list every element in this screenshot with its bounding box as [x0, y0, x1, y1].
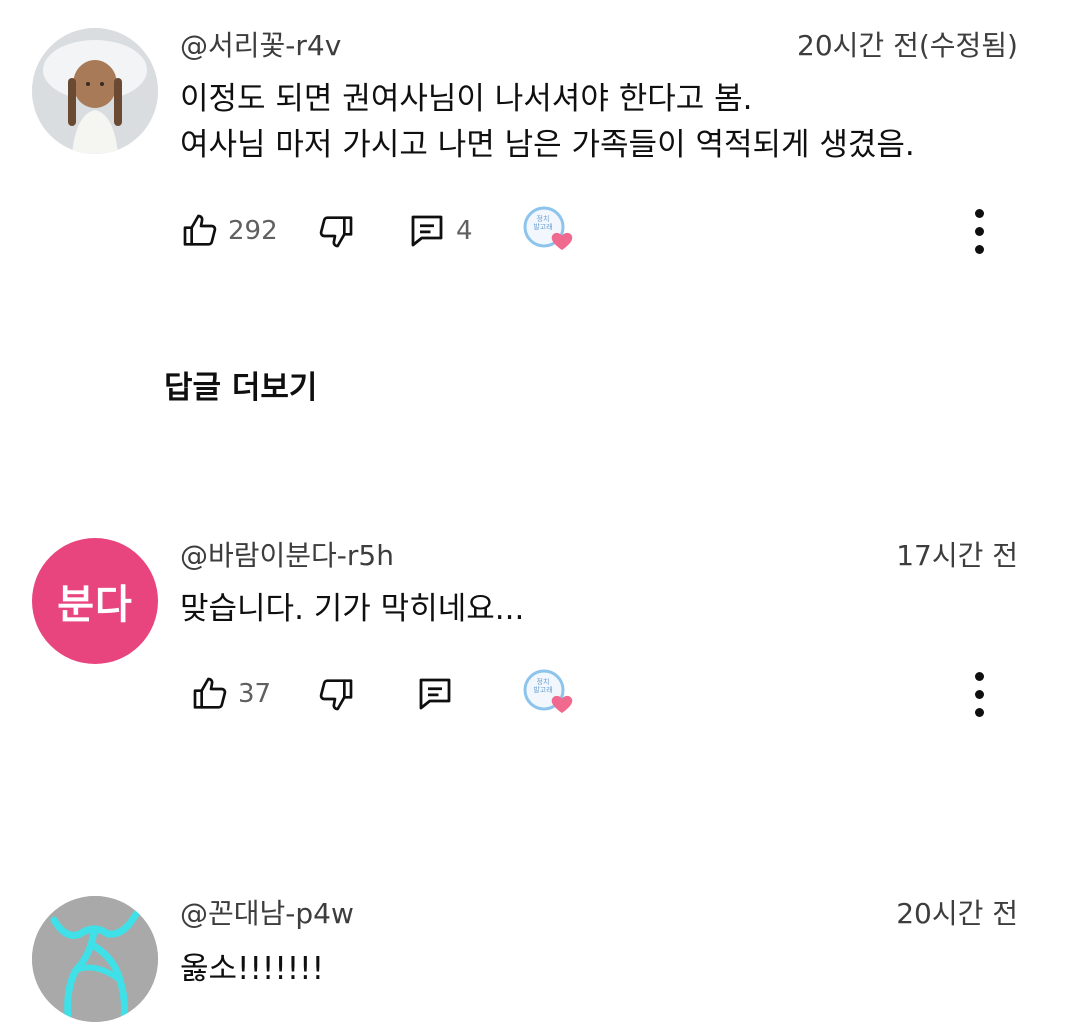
- doll-avatar-icon: [32, 28, 158, 154]
- comment-thread-3: @꼰대남-p4w 20시간 전 옳소!!!!!!!: [0, 880, 1080, 1029]
- like-count: 292: [228, 216, 278, 246]
- heart-icon: [551, 232, 573, 250]
- more-dot: [974, 208, 984, 218]
- author-avatar[interactable]: 분다: [32, 538, 158, 664]
- author-name[interactable]: @꼰대남-p4w: [180, 896, 354, 932]
- comment-menu-button[interactable]: [964, 207, 994, 255]
- more-replies-button[interactable]: 답글 더보기: [164, 368, 317, 408]
- thumbs-down-icon: [319, 679, 353, 711]
- more-dot: [974, 689, 984, 699]
- comment-text: 이정도 되면 권여사님이 나서셔야 한다고 봄. 여사님 마저 가시고 나면 남…: [180, 76, 915, 168]
- like-button[interactable]: 37: [190, 670, 271, 718]
- comment-text: 맞습니다. 기가 막히네요...: [180, 586, 524, 632]
- author-avatar[interactable]: [32, 28, 158, 154]
- comment-menu-button[interactable]: [964, 670, 994, 718]
- dislike-button[interactable]: [316, 670, 356, 718]
- more-dot: [974, 226, 984, 236]
- avatar-initials: 분다: [57, 582, 133, 628]
- comment-action-bar: 292 4 정치 발고래: [180, 206, 1020, 255]
- author-avatar[interactable]: [32, 896, 158, 1022]
- comment-thread-2: 분다 @바람이분다-r5h 17시간 전 맞습니다. 기가 막히네요... 37: [0, 520, 1080, 750]
- comment-text-line: 여사님 마저 가시고 나면 남은 가족들이 역적되게 생겼음.: [180, 127, 915, 163]
- comment-text-line: 이정도 되면 권여사님이 나서셔야 한다고 봄.: [180, 81, 753, 117]
- more-dot: [974, 244, 984, 254]
- comment-timestamp: 20시간 전(수정됨): [797, 29, 1018, 62]
- reply-button[interactable]: [414, 670, 456, 718]
- thumbs-up-icon: [183, 214, 217, 246]
- creator-heart-badge: 정치 발고래: [522, 669, 578, 718]
- dislike-button[interactable]: [316, 207, 356, 255]
- reply-button[interactable]: 4: [406, 207, 473, 255]
- comment-timestamp: 20시간 전: [896, 897, 1018, 930]
- comment-text-line: 맞습니다. 기가 막히네요...: [180, 591, 525, 627]
- reply-count: 4: [456, 216, 473, 246]
- more-dot: [974, 671, 984, 681]
- like-count: 37: [238, 679, 272, 709]
- author-name[interactable]: @서리꽃-r4v: [180, 28, 341, 64]
- heart-icon: [551, 695, 573, 713]
- comment-text: 옳소!!!!!!!: [180, 946, 324, 992]
- comment-timestamp: 17시간 전: [896, 539, 1018, 572]
- comment-thread-1: @서리꽃-r4v 20시간 전(수정됨) 이정도 되면 권여사님이 나서셔야 한…: [0, 0, 1080, 300]
- thumbs-up-icon: [193, 677, 227, 709]
- comment-icon: [411, 215, 443, 247]
- more-dot: [974, 707, 984, 717]
- comment-action-bar: 37 정치 발고래: [180, 669, 1020, 718]
- creator-heart-badge: 정치 발고래: [522, 206, 578, 255]
- thumbs-down-icon: [319, 216, 353, 248]
- comment-text-line: 옳소!!!!!!!: [180, 951, 325, 987]
- like-button[interactable]: 292: [180, 207, 278, 255]
- author-name[interactable]: @바람이분다-r5h: [180, 538, 394, 574]
- stick-figure-avatar-icon: [32, 896, 158, 1022]
- comment-icon: [419, 678, 451, 710]
